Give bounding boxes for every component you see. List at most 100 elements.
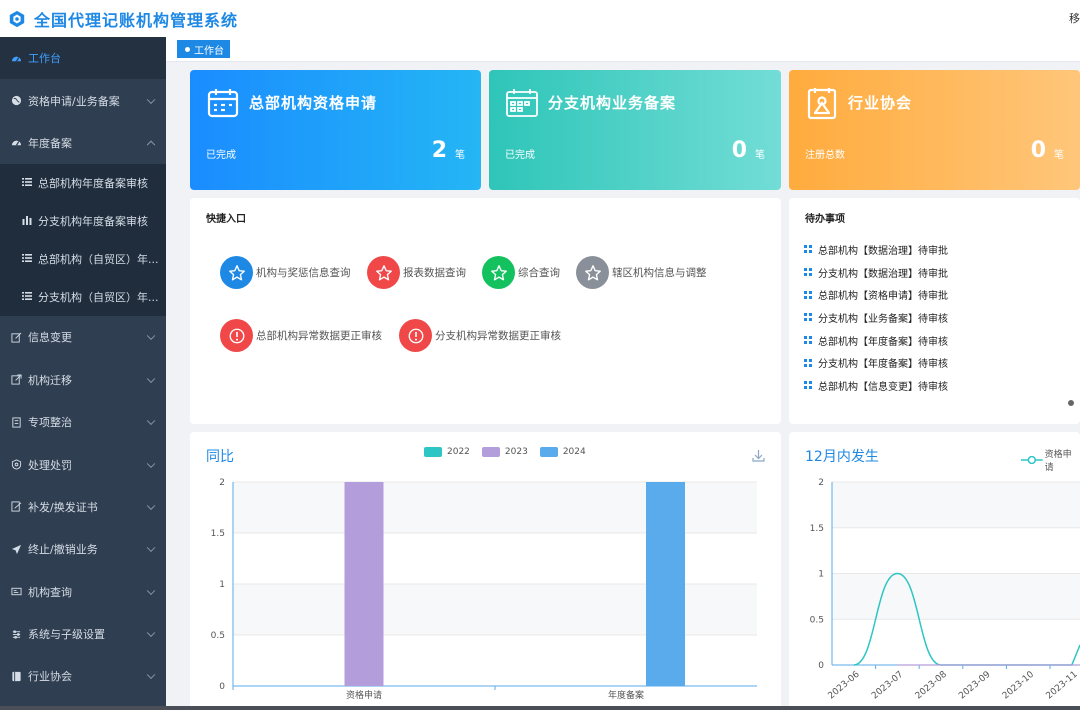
sidebar-item[interactable]: 信息变更 bbox=[0, 316, 166, 358]
sidebar-item[interactable]: 处理处罚 bbox=[0, 443, 166, 485]
sidebar-subitem[interactable]: 总部机构年度备案审核 bbox=[0, 164, 166, 203]
y-tick-label: 0.5 bbox=[211, 631, 225, 641]
quick-entry-item[interactable]: 机构与奖惩信息查询 bbox=[220, 256, 351, 289]
todo-panel: 待办事项 总部机构【数据治理】待审批分支机构【数据治理】待审批 总部机构【资格申请… bbox=[789, 198, 1080, 424]
grid-icon bbox=[804, 336, 812, 345]
grid-icon bbox=[804, 268, 812, 277]
quick-entry-item[interactable]: 总部机构异常数据更正审核 bbox=[220, 319, 382, 352]
todo-title: 待办事项 bbox=[805, 214, 845, 225]
edit-icon bbox=[10, 331, 22, 343]
sidebar-item[interactable]: 资格申请/业务备案 bbox=[0, 79, 166, 121]
chevron-up-icon bbox=[146, 140, 156, 150]
sidebar-item[interactable]: 机构查询 bbox=[0, 571, 166, 613]
sidebar-item[interactable]: 系统与子级设置 bbox=[0, 613, 166, 655]
list-icon bbox=[22, 177, 32, 190]
sidebar-item[interactable]: 终止/撤销业务 bbox=[0, 528, 166, 570]
todo-item[interactable]: 总部机构【年度备案】待审核 bbox=[804, 329, 948, 352]
chevron-down-icon bbox=[146, 671, 156, 680]
card-icon bbox=[10, 586, 22, 598]
todo-item[interactable]: 总部机构【信息变更】待审核 bbox=[804, 374, 948, 397]
bar-2023[interactable] bbox=[344, 482, 384, 686]
quick-entry-label: 辖区机构信息与调整 bbox=[612, 267, 707, 279]
yoy-bar-chart: 0 0.5 1 1.5 2 资格申请 年度备案 bbox=[211, 478, 757, 701]
x-tick-label: 2023-11 bbox=[1044, 670, 1079, 702]
chevron-down-icon bbox=[146, 331, 156, 341]
sidebar-item[interactable]: 机构迁移 bbox=[0, 359, 166, 401]
sidebar-subitem[interactable]: 总部机构（自贸区）年... bbox=[0, 240, 166, 279]
quick-entry-item[interactable]: 分支机构异常数据更正审核 bbox=[399, 319, 561, 352]
alert-icon bbox=[220, 319, 253, 352]
window-bottom-edge bbox=[0, 706, 1080, 710]
sidebar-item-label: 年度备案 bbox=[28, 136, 72, 150]
monthly-chart-panel: 12月内发生 资格申请 0 0.5 1 1.5 2 2023-06 2023-07 2023-… bbox=[789, 432, 1080, 710]
tab-bar: 工作台 bbox=[166, 37, 1080, 62]
todo-item[interactable]: 分支机构【数据治理】待审批 bbox=[804, 261, 948, 284]
todo-item[interactable]: 总部机构【数据治理】待审批 bbox=[804, 238, 948, 261]
todo-item-label: 分支机构【业务备案】待审核 bbox=[818, 313, 948, 325]
card-subtitle: 注册总数 bbox=[805, 150, 845, 161]
x-tick-label: 资格申请 bbox=[346, 689, 382, 701]
todo-item[interactable]: 分支机构【年度备案】待审核 bbox=[804, 351, 948, 374]
tab-dot-icon bbox=[185, 46, 190, 52]
y-tick-label: 1.5 bbox=[211, 529, 225, 539]
sidebar-item[interactable]: 补发/换发证书 bbox=[0, 486, 166, 528]
x-tick-label: 2023-06 bbox=[826, 669, 861, 701]
grid-icon bbox=[804, 313, 812, 322]
y-tick-label: 1 bbox=[219, 580, 225, 590]
quick-entry-item[interactable]: 综合查询 bbox=[482, 256, 560, 289]
star-icon bbox=[576, 256, 609, 289]
grid-icon bbox=[804, 290, 812, 299]
quick-entry-item[interactable]: 辖区机构信息与调整 bbox=[576, 256, 707, 289]
card-branch-filing[interactable]: 分支机构业务备案 已完成 0 笔 bbox=[489, 70, 781, 190]
settings-icon bbox=[10, 628, 22, 640]
y-tick-label: 0.5 bbox=[810, 615, 824, 625]
sidebar-item[interactable]: 工作台 bbox=[0, 37, 166, 80]
star-icon bbox=[482, 256, 515, 289]
grid-icon bbox=[804, 358, 812, 367]
chevron-down-icon bbox=[146, 374, 156, 383]
quick-entry-item[interactable]: 报表数据查询 bbox=[367, 256, 466, 289]
series-line-continuation bbox=[1071, 644, 1080, 666]
todo-item-label: 总部机构【年度备案】待审核 bbox=[818, 336, 948, 348]
sidebar-item-label: 行业协会 bbox=[28, 670, 72, 684]
chevron-down-icon bbox=[146, 501, 156, 510]
card-value: 0 bbox=[1030, 138, 1046, 163]
logo-icon bbox=[9, 10, 25, 27]
todo-item-label: 分支机构【数据治理】待审批 bbox=[818, 268, 948, 280]
card-subtitle: 已完成 bbox=[206, 150, 236, 161]
y-tick-label: 0 bbox=[219, 682, 225, 692]
calendar-grid-icon bbox=[506, 89, 538, 117]
document-icon bbox=[10, 416, 22, 428]
user-menu[interactable]: 移 bbox=[1069, 10, 1080, 26]
sidebar-item[interactable]: 专项整治 bbox=[0, 401, 166, 443]
card-industry-association[interactable]: 行业协会 注册总数 0 笔 bbox=[789, 70, 1080, 190]
todo-item[interactable]: 分支机构【业务备案】待审核 bbox=[804, 306, 948, 329]
list-icon bbox=[22, 253, 32, 266]
sidebar-subitem[interactable]: 分支机构年度备案审核 bbox=[0, 202, 166, 241]
book-icon bbox=[10, 670, 22, 682]
sidebar-subitem-label: 总部机构年度备案审核 bbox=[38, 177, 148, 191]
sidebar-item[interactable]: 行业协会 bbox=[0, 655, 166, 697]
card-hq-qualification[interactable]: 总部机构资格申请 已完成 2 笔 bbox=[190, 70, 481, 190]
bar-2024[interactable] bbox=[646, 482, 685, 686]
chevron-down-icon bbox=[146, 416, 156, 426]
chevron-down-icon bbox=[146, 586, 156, 595]
sidebar-item[interactable]: 年度备案 bbox=[0, 122, 166, 164]
x-tick-label: 2023-08 bbox=[914, 669, 949, 701]
tab-workbench[interactable]: 工作台 bbox=[177, 40, 230, 58]
sidebar-item-label: 工作台 bbox=[28, 52, 61, 66]
todo-item-label: 总部机构【资格申请】待审批 bbox=[818, 291, 948, 303]
sidebar-subitem-label: 分支机构（自贸区）年... bbox=[38, 291, 159, 305]
quick-entry-label: 总部机构异常数据更正审核 bbox=[256, 330, 382, 342]
todo-item[interactable]: 总部机构【资格申请】待审批 bbox=[804, 283, 948, 306]
top-header: 全国代理记账机构管理系统 移 bbox=[0, 0, 1080, 37]
quick-entry-label: 报表数据查询 bbox=[403, 267, 466, 279]
sidebar-item-label: 信息变更 bbox=[28, 331, 72, 345]
globe-icon bbox=[10, 95, 22, 107]
card-unit: 笔 bbox=[1054, 150, 1064, 161]
sidebar-item-label: 终止/撤销业务 bbox=[28, 543, 98, 557]
sidebar-subitem[interactable]: 分支机构（自贸区）年... bbox=[0, 278, 166, 317]
star-icon bbox=[220, 256, 253, 289]
x-tick-label: 2023-09 bbox=[957, 669, 992, 701]
carousel-dot[interactable] bbox=[1068, 400, 1074, 406]
